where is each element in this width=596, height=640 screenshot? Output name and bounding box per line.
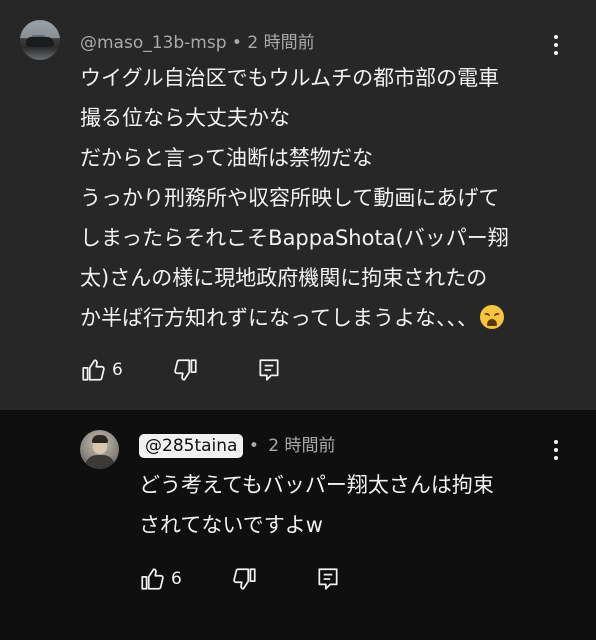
comment-line-last: か半ば行方知れずになってしまうよな、、、 — [80, 298, 580, 338]
avatar-car-body — [26, 37, 54, 47]
like-count: 6 — [171, 569, 182, 589]
reply-text: どう考えてもバッパー翔太さんは拘束 されてないですよw — [139, 465, 579, 545]
reply-icon[interactable] — [256, 357, 282, 383]
like-count: 6 — [112, 360, 123, 380]
comment-line: しまったらそれこそBappaShota(バッパー翔 — [80, 226, 509, 250]
meta-separator: • — [248, 436, 265, 456]
comment-thread-top: @maso_13b-msp • 2 時間前 ウイグル自治区でもウルムチの都市部の… — [0, 0, 596, 410]
comment-line: 撮る位なら大丈夫かな — [80, 106, 290, 130]
comment-text: ウイグル自治区でもウルムチの都市部の電車 撮る位なら大丈夫かな だからと言って油… — [80, 58, 580, 338]
more-vert-icon[interactable] — [553, 34, 559, 56]
more-vert-icon[interactable] — [553, 439, 559, 461]
comment-author-handle[interactable]: @maso_13b-msp — [80, 33, 227, 53]
reply-author-handle[interactable]: @285taina — [139, 434, 244, 458]
reply-line: されてないですよw — [139, 513, 323, 537]
comment-line: 太)さんの様に現地政府機関に拘束されたの — [80, 266, 488, 290]
comment-timestamp[interactable]: 2 時間前 — [247, 33, 314, 53]
reply-avatar[interactable] — [80, 430, 119, 469]
thumbs-up-icon[interactable] — [80, 357, 106, 383]
weary-face-icon — [479, 305, 504, 329]
thumbs-up-icon[interactable] — [139, 566, 165, 592]
avatar[interactable] — [20, 20, 60, 60]
thumbs-down-icon[interactable] — [232, 566, 258, 592]
reply-meta: @285taina • 2 時間前 — [139, 431, 336, 458]
comment-line-text: か半ば行方知れずになってしまうよな、、、 — [80, 306, 478, 330]
reply-line: どう考えてもバッパー翔太さんは拘束 — [139, 473, 494, 497]
comment-line: ウイグル自治区でもウルムチの都市部の電車 — [80, 66, 500, 90]
thumbs-down-icon[interactable] — [173, 357, 199, 383]
comment-line: だからと言って油断は禁物だな — [80, 146, 373, 170]
avatar-hair — [92, 435, 108, 443]
avatar-shoulders — [85, 455, 115, 469]
reply-icon[interactable] — [315, 566, 341, 592]
reply-timestamp[interactable]: 2 時間前 — [268, 436, 335, 456]
comment-line: うっかり刑務所や収容所映して動画にあげて — [80, 186, 500, 210]
meta-separator: • — [231, 33, 248, 53]
comment-meta: @maso_13b-msp • 2 時間前 — [80, 28, 315, 53]
